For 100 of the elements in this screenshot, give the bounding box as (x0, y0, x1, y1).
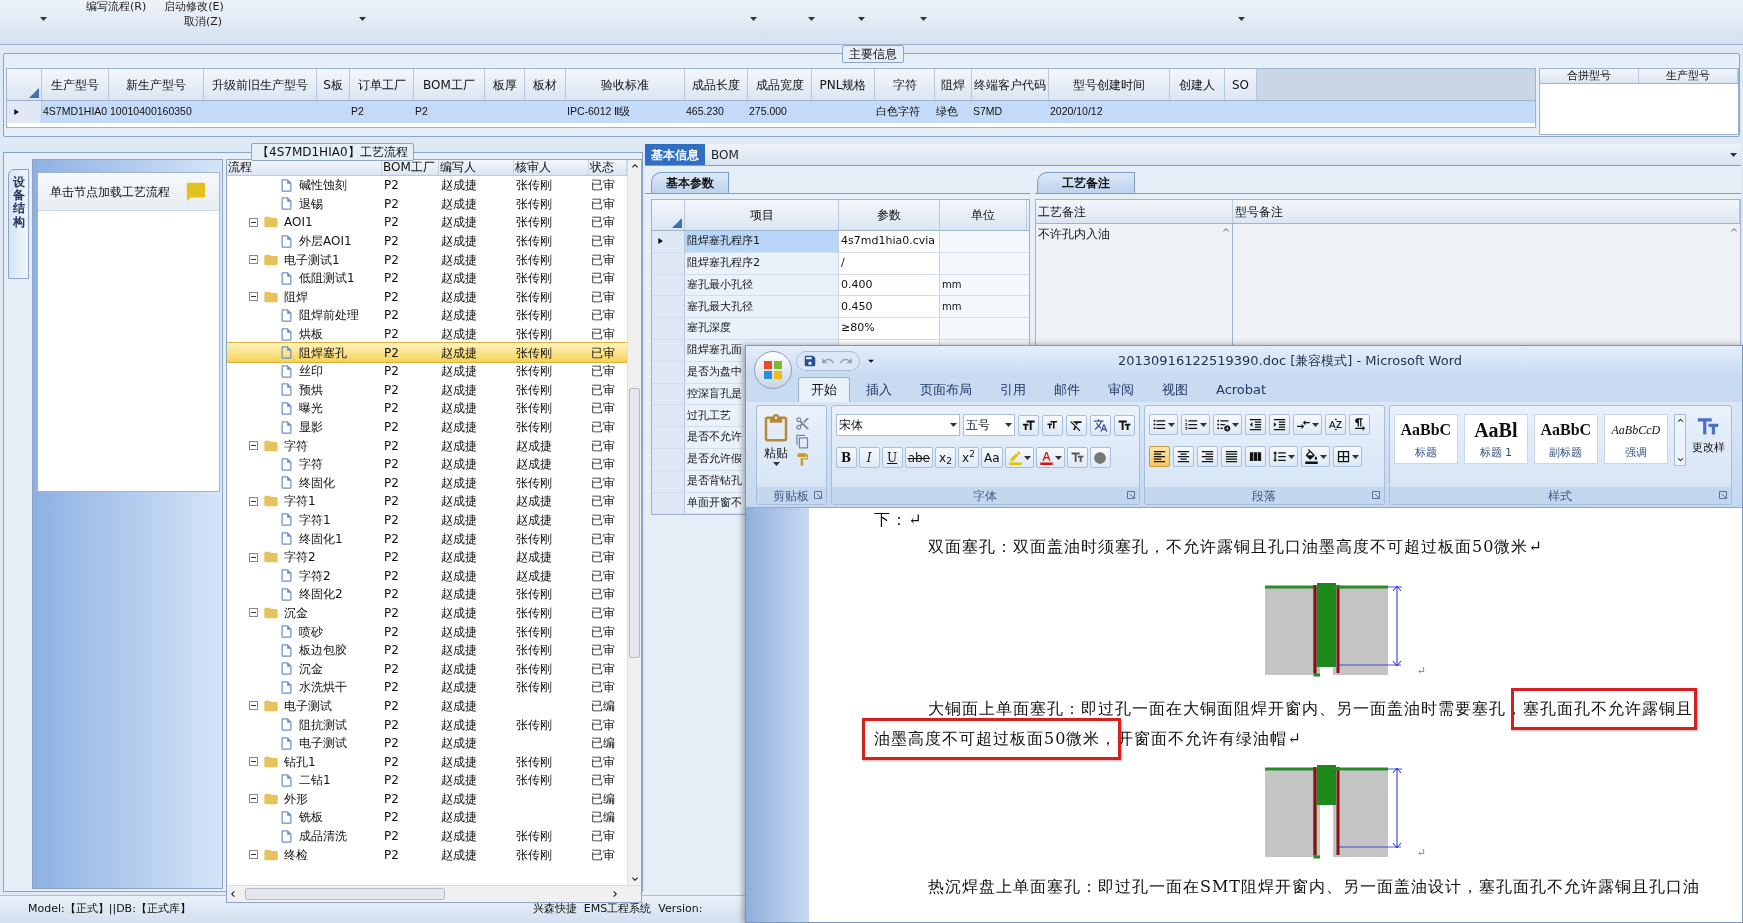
tree-row[interactable]: 字符1 P2 赵成捷 赵成捷 已审 (227, 510, 627, 530)
ribbon-tab[interactable]: 视图 (1150, 377, 1200, 402)
row-header-cell[interactable] (652, 252, 685, 274)
column-header[interactable]: 编写人 (439, 160, 514, 175)
style-tile[interactable]: AaBbC 副标题 (1533, 414, 1598, 464)
column-header[interactable]: 流程 (227, 160, 382, 175)
format-button[interactable]: x$^{2}$ (958, 447, 979, 468)
dropdown-caret-icon[interactable] (808, 17, 815, 21)
font-size-field[interactable]: 五号 (962, 414, 1015, 436)
enclose-button[interactable] (1089, 447, 1111, 468)
tree-row[interactable]: 字符2 P2 赵成捷 赵成捷 已审 (227, 566, 627, 586)
dropdown-caret-icon[interactable] (1167, 422, 1175, 427)
tree-row[interactable]: 终检 P2 赵成捷 张传刚 已审 (227, 845, 627, 864)
column-header[interactable]: 终端客户代码 (972, 69, 1049, 100)
column-header[interactable]: 阻焊 (935, 69, 972, 100)
dropdown-caret-icon[interactable] (1311, 422, 1319, 427)
paste-button[interactable]: 粘贴 (761, 414, 791, 467)
column-header[interactable]: BOM工厂 (382, 160, 439, 175)
tab[interactable]: 工艺备注 (1037, 172, 1135, 193)
menu-item[interactable]: 取消(Z) (184, 15, 223, 28)
column-header[interactable]: 单位 (940, 200, 1027, 230)
sort-button[interactable] (1324, 414, 1346, 435)
column-header[interactable]: 型号创建时间 (1049, 69, 1170, 100)
tree-row[interactable]: 电子测试1 P2 赵成捷 张传刚 已审 (227, 250, 627, 269)
format-button[interactable]: U (881, 447, 903, 468)
tree-row[interactable]: AOI1 P2 赵成捷 张传刚 已审 (227, 213, 627, 232)
line-spacing-button[interactable] (1268, 446, 1298, 467)
dropdown-caret-icon[interactable] (949, 423, 957, 427)
column-header[interactable]: 创建人 (1170, 69, 1225, 100)
save-icon[interactable] (803, 353, 817, 368)
column-header[interactable]: 板材 (525, 69, 566, 100)
tree-row[interactable]: 成品清洗 P2 赵成捷 张传刚 已审 (227, 826, 627, 846)
ribbon-tab[interactable]: 插入 (854, 377, 904, 402)
tree-row[interactable]: 退锡 P2 赵成捷 张传刚 已审 (227, 194, 627, 214)
tree-row[interactable]: 电子测试 P2 赵成捷 已编 (227, 696, 627, 716)
row-header-cell[interactable] (7, 101, 42, 123)
column-header[interactable]: 生产型号 (42, 69, 109, 100)
decrease-indent-button[interactable] (1244, 414, 1266, 435)
tree-row[interactable]: 丝印 P2 赵成捷 张传刚 已审 (227, 361, 627, 381)
column-header[interactable]: S板 (317, 69, 350, 100)
bullets-button[interactable] (1148, 414, 1178, 435)
tree-row[interactable]: 低阻测试1 P2 赵成捷 张传刚 已审 (227, 268, 627, 288)
column-header[interactable]: 核审人 (514, 160, 589, 175)
collapse-toggle-icon[interactable] (249, 292, 258, 302)
tree-row[interactable]: 碱性蚀刻 P2 赵成捷 张传刚 已审 (227, 176, 627, 195)
tree-row[interactable]: 终固化2 P2 赵成捷 张传刚 已审 (227, 585, 627, 604)
row-header-cell[interactable] (652, 296, 685, 318)
column-header[interactable]: 生产型号 (1639, 69, 1738, 83)
column-header[interactable]: 板厚 (485, 69, 525, 100)
collapse-toggle-icon[interactable] (249, 496, 258, 506)
shrink-font-button[interactable] (1041, 414, 1063, 436)
row-header-cell[interactable] (652, 340, 685, 361)
row-header-cell[interactable] (652, 231, 685, 252)
collapse-toggle-icon[interactable] (249, 441, 258, 451)
ribbon-tab[interactable]: 审阅 (1096, 377, 1146, 402)
shading-button[interactable] (1066, 447, 1088, 468)
style-tile[interactable]: AaBbCcD 强调 (1603, 414, 1668, 464)
tree-row[interactable]: 预烘 P2 赵成捷 张传刚 已审 (227, 380, 627, 400)
collapse-toggle-icon[interactable] (249, 794, 258, 804)
phonetic-button[interactable] (1089, 414, 1111, 436)
menu-item[interactable]: 编写流程(R) (86, 0, 147, 14)
dropdown-caret-icon[interactable] (1054, 455, 1062, 460)
tree-row[interactable]: 阻焊前处理 P2 赵成捷 张传刚 已审 (227, 306, 627, 325)
row-header-cell[interactable] (652, 492, 685, 514)
tree-row[interactable]: 字符 P2 赵成捷 赵成捷 已审 (227, 454, 627, 474)
tree-row[interactable]: 沉金 P2 赵成捷 张传刚 已审 (227, 659, 627, 679)
tree-row[interactable]: 阻焊 P2 赵成捷 张传刚 已审 (227, 287, 627, 307)
column-header[interactable]: 升级前旧生产型号 (204, 69, 317, 100)
column-header[interactable]: 成品宽度 (748, 69, 812, 100)
column-header[interactable]: 参数 (839, 200, 940, 230)
vertical-scrollbar[interactable] (627, 160, 641, 885)
tree-row[interactable]: 水洗烘干 P2 赵成捷 张传刚 已审 (227, 678, 627, 697)
horizontal-scrollbar[interactable] (227, 885, 641, 902)
column-header[interactable]: 型号备注 (1233, 200, 1740, 223)
table-cell[interactable]: 控深盲孔是 (687, 385, 742, 403)
ribbon-tab[interactable]: 邮件 (1042, 377, 1092, 402)
tree-row[interactable]: 铣板 P2 赵成捷 已编 (227, 808, 627, 827)
collapse-toggle-icon[interactable] (249, 850, 258, 860)
dialog-launcher-icon[interactable] (1126, 491, 1135, 499)
tree-row[interactable]: 曝光 P2 赵成捷 张传刚 已审 (227, 399, 627, 418)
menu-item[interactable]: 启动修改(E) (164, 0, 224, 14)
column-header[interactable]: BOM工厂 (414, 69, 485, 100)
column-header[interactable]: 合拼型号 (1540, 69, 1639, 83)
dropdown-caret-icon[interactable] (920, 17, 927, 21)
column-header[interactable]: 字符 (875, 69, 935, 100)
collapse-toggle-icon[interactable] (249, 552, 258, 562)
format-button[interactable]: abe (904, 447, 933, 468)
dropdown-caret-icon[interactable] (1351, 454, 1359, 459)
row-header-cell[interactable] (652, 448, 685, 470)
office-button[interactable] (754, 351, 792, 389)
multilevel-list-button[interactable] (1212, 414, 1242, 435)
font-color-button[interactable] (1035, 447, 1065, 468)
column-header[interactable]: 验收标准 (566, 69, 685, 100)
copy-icon[interactable] (795, 434, 810, 449)
row-header-cell[interactable] (652, 470, 685, 492)
tree-row[interactable]: 二钻1 P2 赵成捷 张传刚 已审 (227, 771, 627, 790)
tab[interactable]: BOM (705, 144, 745, 165)
align-button[interactable] (1172, 446, 1194, 467)
row-header-cell[interactable] (652, 405, 685, 427)
borders-button[interactable] (1332, 446, 1362, 467)
